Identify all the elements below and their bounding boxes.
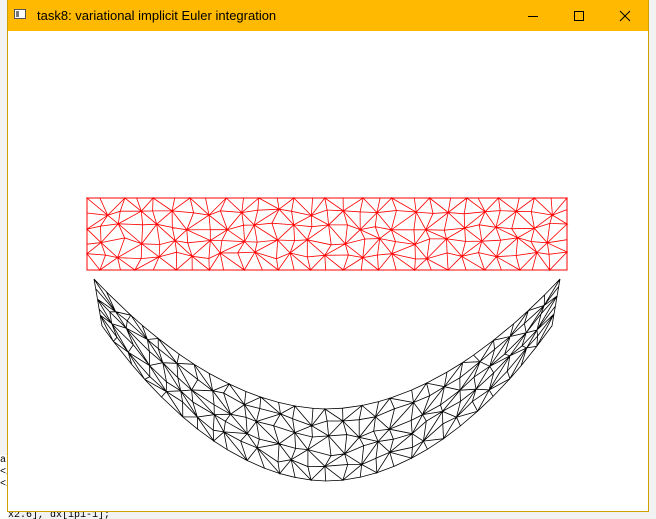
rest-mesh-triangles	[85, 196, 569, 272]
console-line: a]	[0, 455, 8, 466]
close-icon	[619, 10, 631, 21]
minimize-icon	[528, 15, 538, 17]
deformed-mesh-triangles	[93, 278, 561, 482]
title-bar[interactable]: task8: variational implicit Euler integr…	[8, 0, 648, 31]
console-line: <2	[0, 479, 8, 490]
render-canvas	[85, 196, 569, 482]
maximize-button[interactable]	[556, 0, 602, 31]
background-console-tail: x2.6], dx[ip1-1];	[8, 511, 111, 519]
window-title: task8: variational implicit Euler integr…	[37, 8, 277, 23]
rest-mesh	[85, 196, 569, 272]
background-console: a] <2 <2	[0, 455, 8, 519]
console-line: <2	[0, 467, 8, 478]
maximize-icon	[574, 10, 584, 21]
deformed-mesh	[93, 278, 561, 482]
close-button[interactable]	[602, 0, 648, 31]
app-window: task8: variational implicit Euler integr…	[8, 0, 648, 511]
app-icon	[14, 9, 26, 19]
minimize-button[interactable]	[510, 0, 556, 31]
